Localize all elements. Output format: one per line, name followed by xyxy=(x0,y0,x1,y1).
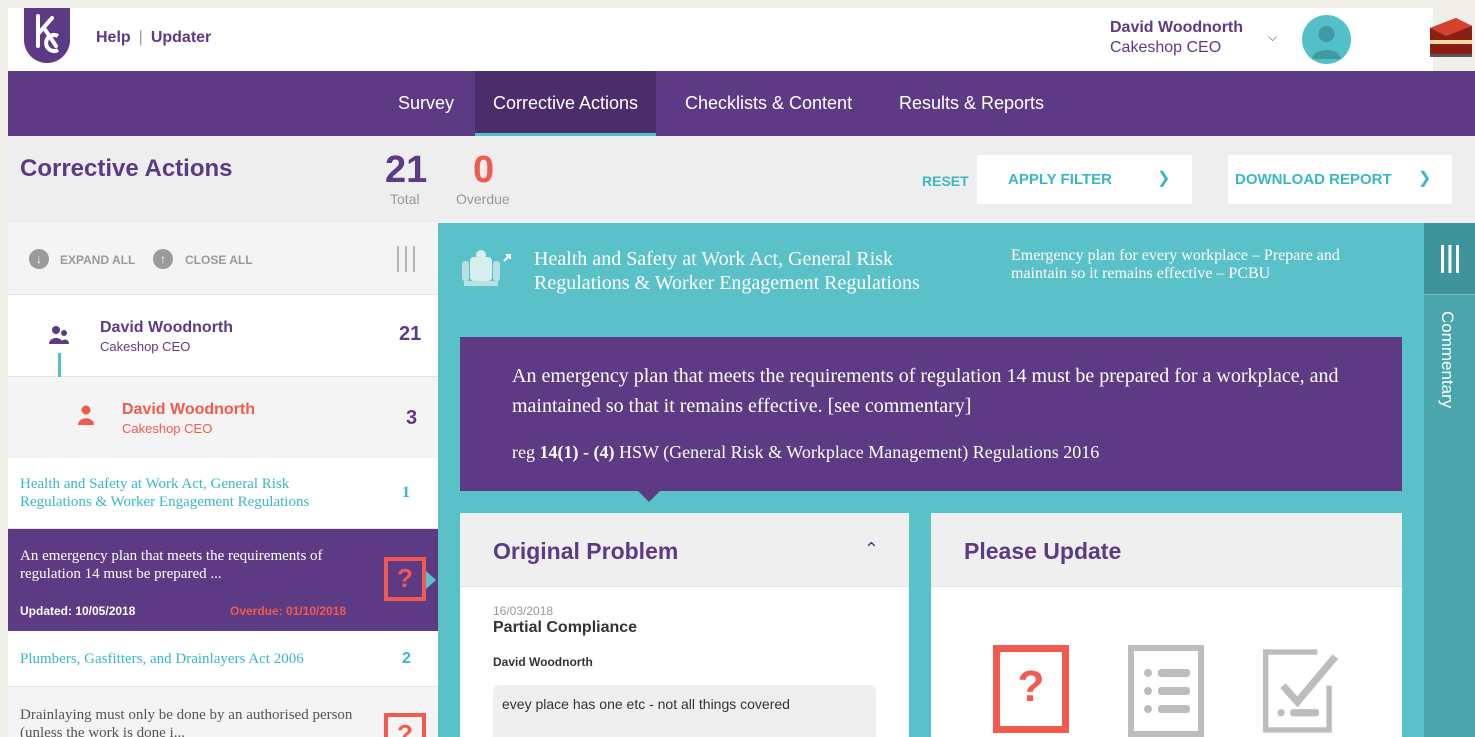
updater-link[interactable]: Updater xyxy=(151,29,211,46)
problem-date: 16/03/2018 xyxy=(493,604,554,618)
question-icon[interactable]: ? xyxy=(993,645,1069,737)
action-text: Drainlaying must only be done by an auth… xyxy=(20,707,353,737)
act-group-title: Plumbers, Gasfitters, and Drainlayers Ac… xyxy=(20,651,304,667)
list-toolbar: ↓ EXPAND ALL ↑ CLOSE ALL xyxy=(8,223,438,295)
please-update-header: Please Update xyxy=(931,513,1402,587)
question-mark: ? xyxy=(993,645,1069,733)
act-group-row[interactable]: Plumbers, Gasfitters, and Drainlayers Ac… xyxy=(8,631,438,687)
owner-count: 21 xyxy=(399,323,422,345)
problem-author: David Woodnorth xyxy=(493,655,593,669)
reference-suffix: HSW (General Risk & Workplace Management… xyxy=(614,442,1100,462)
regulation-reference: reg 14(1) - (4) HSW (General Risk & Work… xyxy=(512,442,1099,463)
please-update-heading: Please Update xyxy=(964,538,1122,564)
chevron-down-icon: ❯ xyxy=(1418,170,1432,187)
owner-name: David Woodnorth xyxy=(100,319,234,336)
sub-owner-count: 3 xyxy=(406,407,418,429)
owner-row[interactable]: David Woodnorth Cakeshop CEO 21 xyxy=(8,295,438,377)
act-group-row[interactable]: Health and Safety at Work Act, General R… xyxy=(8,458,438,529)
tab-results-reports[interactable]: Results & Reports xyxy=(881,71,1062,136)
tab-survey[interactable]: Survey xyxy=(380,71,472,136)
page-header: Corrective Actions 21 Total 0 Overdue RE… xyxy=(8,136,1475,223)
problem-note-text: evey place has one etc - not all things … xyxy=(502,696,790,712)
apply-filter-dropdown[interactable]: APPLY FILTER ❯ xyxy=(977,155,1192,204)
user-name[interactable]: David Woodnorth xyxy=(1110,19,1243,37)
tab-corrective-actions[interactable]: Corrective Actions xyxy=(475,71,657,136)
download-report-label: DOWNLOAD REPORT xyxy=(1235,171,1392,188)
requirement-box: An emergency plan that meets the require… xyxy=(460,337,1402,491)
download-report-dropdown[interactable]: DOWNLOAD REPORT ❯ xyxy=(1228,155,1452,204)
sub-owner-row[interactable]: David Woodnorth Cakeshop CEO 3 xyxy=(8,377,438,458)
commentary-panel[interactable]: Commentary xyxy=(1424,223,1475,737)
question-icon: ? xyxy=(384,713,426,737)
nz-crest-icon xyxy=(462,250,511,286)
owner-role: Cakeshop CEO xyxy=(100,339,191,354)
original-problem-heading: Original Problem xyxy=(493,538,679,564)
columns-icon[interactable] xyxy=(395,246,417,272)
sub-owner-role: Cakeshop CEO xyxy=(122,421,213,436)
problem-status: Partial Compliance xyxy=(493,619,638,636)
checklist-icon[interactable] xyxy=(1128,645,1204,737)
overdue-date: Overdue: 01/10/2018 xyxy=(230,604,347,618)
sub-owner-name: David Woodnorth xyxy=(122,401,256,418)
main-nav: Survey Corrective Actions Checklists & C… xyxy=(8,71,1475,136)
original-problem-header[interactable]: Original Problem ⌃ xyxy=(460,513,909,587)
reference-number: 14(1) - (4) xyxy=(539,442,615,462)
avatar[interactable] xyxy=(1302,15,1351,64)
action-row[interactable]: Drainlaying must only be done by an auth… xyxy=(8,687,438,737)
act-group-count: 1 xyxy=(402,484,410,501)
problem-note: evey place has one etc - not all things … xyxy=(493,685,876,737)
cake-icon xyxy=(1426,14,1474,60)
expand-all-button[interactable]: EXPAND ALL xyxy=(60,253,135,267)
top-links: Help | Updater xyxy=(96,29,211,47)
updated-date: Updated: 10/05/2018 xyxy=(20,604,136,618)
selected-action-text: An emergency plan that meets the require… xyxy=(20,548,323,582)
user-icon xyxy=(78,405,94,425)
group-users-icon xyxy=(49,326,69,344)
user-role: Cakeshop CEO xyxy=(1110,39,1222,56)
total-label: Total xyxy=(390,191,420,207)
logo-icon xyxy=(36,14,59,53)
reset-button[interactable]: RESET xyxy=(922,173,969,189)
app-logo[interactable] xyxy=(24,8,70,63)
act-group-title: Health and Safety at Work Act, General R… xyxy=(20,476,310,510)
top-bar: Help | Updater David Woodnorth Cakeshop CE… xyxy=(8,8,1433,71)
checked-list-icon[interactable] xyxy=(1263,645,1339,737)
help-link[interactable]: Help xyxy=(96,29,131,46)
apply-filter-label: APPLY FILTER xyxy=(1008,171,1112,188)
overdue-label: Overdue xyxy=(456,191,510,207)
requirement-pointer xyxy=(638,491,660,502)
page-title: Corrective Actions xyxy=(20,155,233,182)
commentary-label: Commentary xyxy=(1438,311,1457,409)
link-separator: | xyxy=(138,29,143,46)
reference-prefix: reg xyxy=(512,442,540,462)
act-group-count: 2 xyxy=(402,650,411,667)
expand-all-icon[interactable]: ↓ xyxy=(29,249,49,269)
close-all-icon[interactable]: ↑ xyxy=(153,249,173,269)
requirement-text: An emergency plan that meets the require… xyxy=(512,365,1339,417)
act-title: Health and Safety at Work Act, General R… xyxy=(534,248,920,294)
chevron-up-icon[interactable]: ⌃ xyxy=(864,539,879,560)
total-count: 21 xyxy=(385,149,428,191)
corrective-action-list: ↓ EXPAND ALL ↑ CLOSE ALL David Woodnorth… xyxy=(8,223,438,737)
columns-icon xyxy=(1441,245,1459,273)
selection-pointer xyxy=(426,571,436,589)
close-all-button[interactable]: CLOSE ALL xyxy=(185,253,253,267)
question-icon: ? xyxy=(384,557,426,601)
act-subtitle: Emergency plan for every workplace – Pre… xyxy=(1011,247,1340,282)
please-update-card: Please Update ? xyxy=(931,513,1402,737)
chevron-down-icon[interactable]: ⌵ xyxy=(1268,30,1277,45)
commentary-toggle[interactable] xyxy=(1424,223,1475,295)
overdue-count: 0 xyxy=(473,149,495,191)
selected-action-row[interactable]: An emergency plan that meets the require… xyxy=(8,529,438,631)
tab-checklists-content[interactable]: Checklists & Content xyxy=(667,71,870,136)
chevron-down-icon: ❯ xyxy=(1157,170,1171,187)
user-avatar-icon xyxy=(1312,26,1341,59)
action-detail: Health and Safety at Work Act, General R… xyxy=(438,223,1424,737)
original-problem-card: Original Problem ⌃ 16/03/2018 Partial Co… xyxy=(460,513,909,737)
